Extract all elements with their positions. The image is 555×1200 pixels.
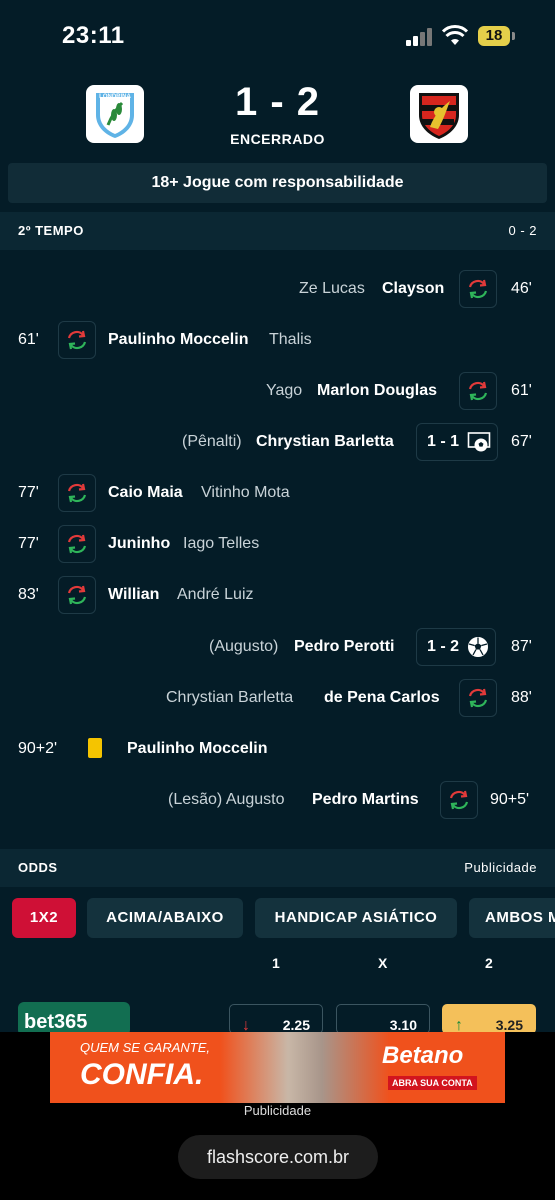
bookmaker-logo[interactable]: bet365: [18, 1002, 130, 1036]
event-player-main[interactable]: Caio Maia: [108, 467, 183, 518]
period-label: 2º TEMPO: [18, 223, 84, 238]
event-minute: 90+5': [490, 791, 530, 808]
event-row: 61' Marlon Douglas Yago: [0, 365, 555, 416]
odds-column-1: 1: [272, 955, 280, 971]
event-player-main[interactable]: Marlon Douglas: [317, 365, 437, 416]
event-row: 90+5' Pedro Martins (Lesão) Augusto: [0, 774, 555, 825]
event-row: 90+2' Paulinho Moccelin: [0, 723, 555, 774]
event-minute: 90+2': [18, 740, 58, 757]
event-player-main[interactable]: Juninho: [108, 518, 170, 569]
event-player-main[interactable]: Paulinho Moccelin: [127, 723, 267, 774]
tab-1x2[interactable]: 1X2: [12, 898, 76, 938]
tab-ambos-marcam[interactable]: AMBOS M: [469, 898, 555, 938]
home-logo-text: LONDRINA: [99, 94, 131, 100]
substitution-icon: [459, 270, 497, 308]
event-player-main[interactable]: de Pena Carlos: [324, 672, 440, 723]
responsible-gambling-banner: 18+ Jogue com responsabilidade: [8, 163, 547, 203]
substitution-icon: [58, 576, 96, 614]
soccer-ball-icon: [467, 636, 489, 658]
event-player-main[interactable]: Willian: [108, 569, 159, 620]
event-minute: 46': [511, 280, 532, 297]
odds-ad-label: Publicidade: [464, 860, 537, 875]
event-player-secondary[interactable]: Ze Lucas: [299, 263, 365, 314]
odd-away[interactable]: ↑ 3.25: [442, 1004, 536, 1034]
event-minute: 83': [18, 586, 39, 603]
event-minute: 67': [511, 433, 532, 450]
ad-photo: [220, 1032, 390, 1103]
status-bar: 23:11 18: [0, 0, 555, 70]
ad-line2: CONFIA.: [80, 1058, 204, 1091]
battery-icon: 18: [478, 26, 510, 46]
event-row: 61' Paulinho Moccelin Thalis: [0, 314, 555, 365]
odd-draw-value: 3.10: [389, 1017, 417, 1033]
odd-draw[interactable]: 3.10: [336, 1004, 430, 1034]
event-goal-box: 1 - 1: [416, 423, 499, 461]
event-player-secondary[interactable]: Thalis: [269, 314, 312, 365]
period-header: 2º TEMPO 0 - 2: [0, 212, 555, 250]
odds-tabs: 1X2 ACIMA/ABAIXO HANDICAP ASIÁTICO AMBOS…: [0, 898, 555, 944]
event-player-main[interactable]: Chrystian Barletta: [256, 416, 394, 467]
odds-header: ODDS Publicidade: [0, 849, 555, 887]
event-player-secondary[interactable]: Vitinho Mota: [201, 467, 290, 518]
event-minute: 88': [511, 689, 532, 706]
ad-brand: Betano: [382, 1042, 464, 1069]
wifi-icon: [442, 25, 468, 45]
substitution-icon: [440, 781, 478, 819]
event-minute: 61': [511, 382, 532, 399]
substitution-icon: [58, 321, 96, 359]
browser-url-bar[interactable]: flashscore.com.br: [178, 1135, 378, 1179]
event-running-score: 1 - 1: [427, 433, 460, 450]
odd-home-value: 2.25: [282, 1017, 310, 1033]
event-player-secondary[interactable]: Yago: [266, 365, 302, 416]
tab-acima-abaixo[interactable]: ACIMA/ABAIXO: [87, 898, 243, 938]
odds-column-x: X: [378, 955, 388, 971]
event-player-secondary[interactable]: (Lesão) Augusto: [168, 774, 285, 825]
yellow-card-icon: [77, 730, 113, 766]
away-team-logo[interactable]: [410, 85, 468, 143]
event-row: 77' Caio Maia Vitinho Mota: [0, 467, 555, 518]
event-minute: 61': [18, 331, 39, 348]
match-status: ENCERRADO: [230, 131, 325, 147]
event-player-secondary[interactable]: (Pênalti): [182, 416, 242, 467]
period-score: 0 - 2: [508, 223, 537, 238]
event-player-main[interactable]: Paulinho Moccelin: [108, 314, 248, 365]
event-row: 88' de Pena Carlos Chrystian Barletta: [0, 672, 555, 723]
status-time: 23:11: [62, 22, 125, 49]
event-player-secondary[interactable]: André Luiz: [177, 569, 254, 620]
home-team-logo[interactable]: LONDRINA: [86, 85, 144, 143]
event-player-secondary[interactable]: Chrystian Barletta: [166, 672, 293, 723]
event-row: 87' 1 - 2 Pedro Perotti (Augusto): [0, 621, 555, 672]
cellular-signal-icon: [406, 28, 434, 46]
penalty-goal-icon: [467, 431, 491, 453]
event-player-main[interactable]: Pedro Perotti: [294, 621, 394, 672]
event-player-main[interactable]: Clayson: [382, 263, 444, 314]
event-player-secondary[interactable]: (Augusto): [209, 621, 278, 672]
substitution-icon: [58, 525, 96, 563]
event-player-secondary[interactable]: Iago Telles: [183, 518, 259, 569]
event-goal-box: 1 - 2: [416, 628, 497, 666]
event-row: 83' Willian André Luiz: [0, 569, 555, 620]
substitution-icon: [459, 372, 497, 410]
odds-label: ODDS: [18, 860, 58, 875]
event-row: 46' Clayson Ze Lucas: [0, 263, 555, 314]
ad-caption: Publicidade: [243, 1103, 312, 1118]
battery-tip: [512, 32, 515, 40]
match-score: 1 - 2: [234, 80, 321, 124]
event-player-main[interactable]: Pedro Martins: [312, 774, 419, 825]
event-row: 67' 1 - 1 Chrystian Barletta (Pênalti): [0, 416, 555, 467]
event-minute: 77': [18, 535, 39, 552]
ad-banner[interactable]: QUEM SE GARANTE, CONFIA. Betano ABRA SUA…: [50, 1032, 505, 1103]
odd-home[interactable]: ↓ 2.25: [229, 1004, 323, 1034]
event-minute: 77': [18, 484, 39, 501]
event-running-score: 1 - 2: [427, 638, 460, 655]
odds-column-2: 2: [485, 955, 493, 971]
tab-handicap-asiatico[interactable]: HANDICAP ASIÁTICO: [255, 898, 457, 938]
odd-away-value: 3.25: [495, 1017, 523, 1033]
ad-cta: ABRA SUA CONTA: [388, 1076, 477, 1090]
event-minute: 87': [511, 638, 532, 655]
ad-line1: QUEM SE GARANTE,: [80, 1040, 211, 1055]
substitution-icon: [459, 679, 497, 717]
substitution-icon: [58, 474, 96, 512]
event-row: 77' Juninho Iago Telles: [0, 518, 555, 569]
